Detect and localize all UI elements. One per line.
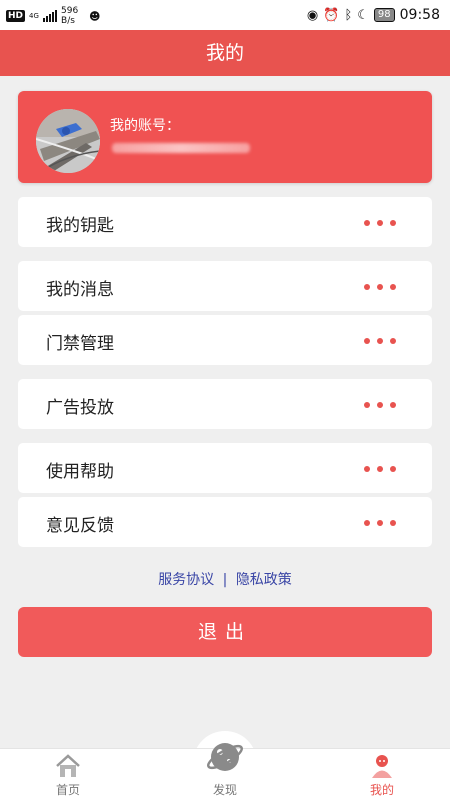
user-icon	[372, 755, 392, 778]
menu-label: 广告投放	[46, 398, 114, 418]
avatar-image	[36, 109, 100, 173]
menu-label: 使用帮助	[46, 462, 114, 482]
alarm-icon: ⏰	[323, 7, 340, 23]
nav-label: 发现	[212, 783, 237, 797]
more-icon	[364, 284, 396, 290]
planet-icon	[207, 743, 243, 771]
nav-mine[interactable]: 我的	[332, 749, 432, 800]
menu-label: 门禁管理	[46, 334, 114, 354]
page-title: 我的	[0, 30, 450, 76]
menu-item-my-messages[interactable]: 我的消息	[18, 261, 432, 311]
account-value-redacted	[112, 143, 250, 153]
logout-button[interactable]: 退出	[18, 607, 432, 657]
service-agreement-link[interactable]: 服务协议	[158, 572, 214, 588]
bluetooth-icon: ᛒ	[344, 7, 353, 23]
eye-icon: ◉	[306, 7, 319, 23]
privacy-policy-link[interactable]: 隐私政策	[236, 572, 292, 588]
clock: 09:58	[399, 7, 440, 23]
network-type: 4G	[29, 11, 39, 20]
status-bar: HD 4G 596 B/s ☻ ◉ ⏰ ᛒ ☾ 98 09:58	[0, 0, 450, 30]
nav-label: 首页	[55, 783, 80, 797]
status-right: ◉ ⏰ ᛒ ☾ 98 09:58	[307, 7, 440, 23]
notification-icon: ☻	[89, 9, 101, 23]
nav-discover[interactable]: 发现	[175, 743, 275, 800]
avatar[interactable]	[36, 109, 100, 173]
speed-unit: B/s	[61, 16, 75, 26]
more-icon	[364, 520, 396, 526]
menu-item-access-control[interactable]: 门禁管理	[18, 315, 432, 365]
home-icon	[56, 754, 80, 777]
hd-badge: HD	[6, 10, 26, 22]
menu-label: 意见反馈	[46, 516, 114, 536]
menu-label: 我的消息	[46, 280, 114, 300]
moon-icon: ☾	[357, 7, 369, 23]
more-icon	[364, 338, 396, 344]
nav-label: 我的	[369, 783, 394, 797]
profile-card[interactable]: 我的账号：	[18, 91, 432, 183]
network-speed: 596 B/s	[61, 6, 85, 26]
account-label: 我的账号：	[110, 118, 180, 134]
more-icon	[364, 402, 396, 408]
battery-icon: 98	[373, 8, 395, 22]
menu-label: 我的钥匙	[46, 216, 114, 236]
signal-icon	[43, 10, 58, 22]
link-separator: |	[222, 572, 228, 588]
more-icon	[364, 220, 396, 226]
nav-home[interactable]: 首页	[18, 749, 118, 800]
menu-item-feedback[interactable]: 意见反馈	[18, 497, 432, 547]
policy-links: 服务协议 | 隐私政策	[0, 569, 450, 589]
menu-item-my-keys[interactable]: 我的钥匙	[18, 197, 432, 247]
menu-item-advertising[interactable]: 广告投放	[18, 379, 432, 429]
status-left: HD 4G 596 B/s ☻	[6, 6, 100, 26]
bottom-nav: 首页 发现 我的	[0, 743, 450, 800]
speed-value: 596	[61, 6, 79, 16]
menu-item-help[interactable]: 使用帮助	[18, 443, 432, 493]
more-icon	[364, 466, 396, 472]
